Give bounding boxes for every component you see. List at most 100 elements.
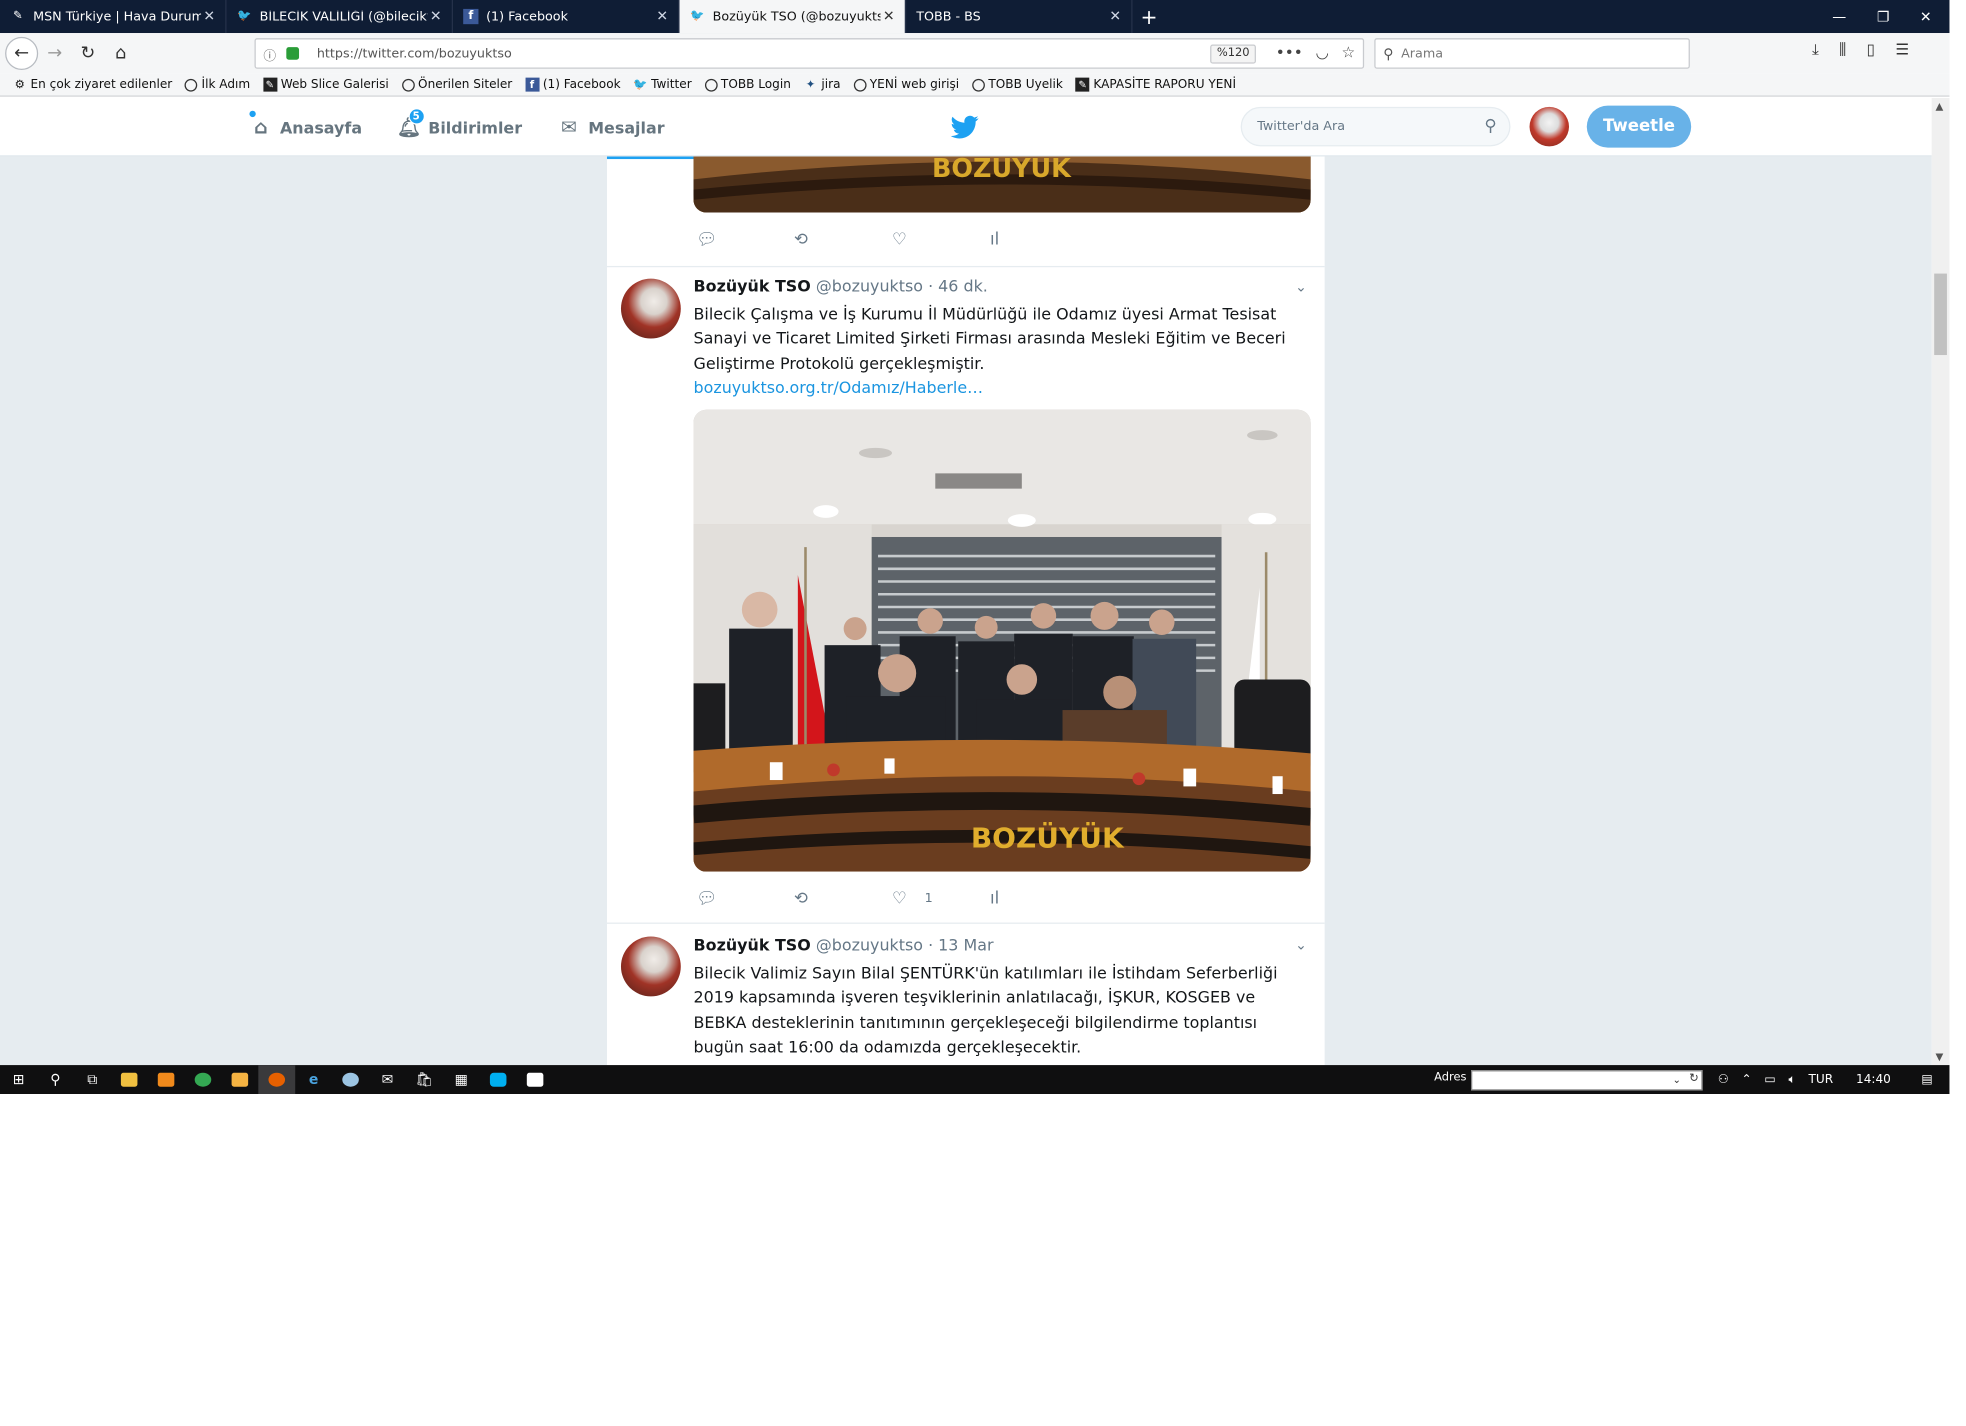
tweet-author-name[interactable]: Bozüyük TSO	[694, 935, 811, 954]
network-icon[interactable]: ▭	[1764, 1073, 1775, 1087]
back-button[interactable]: ←	[5, 36, 39, 70]
tweet-handle[interactable]: @bozuyuktso	[816, 276, 923, 295]
close-tab-icon[interactable]: ✕	[430, 8, 442, 25]
tweet-avatar[interactable]	[620, 278, 681, 339]
scroll-up-icon[interactable]: ▲	[1935, 101, 1943, 112]
tweet-item[interactable]: Bozüyük TSO @bozuyuktso · 46 dk. ⌄ Bilec…	[606, 265, 1325, 923]
info-icon[interactable]: ⓘ	[263, 44, 281, 63]
previous-tweet-photo[interactable]: BOZÜYÜK	[693, 156, 1311, 213]
nav-messages[interactable]: ✉ Mesajlar	[558, 116, 664, 139]
minimize-icon[interactable]: —	[1832, 8, 1846, 25]
more-icon[interactable]: •••	[1276, 43, 1303, 61]
page-scrollbar[interactable]: ▲ ▼	[1931, 97, 1950, 1066]
chrome-icon[interactable]	[185, 1065, 222, 1094]
star-icon[interactable]: ☆	[1342, 43, 1356, 61]
analytics-button[interactable]: ıl	[990, 230, 1088, 249]
tweet-photo[interactable]: BOZÜYÜK	[693, 409, 1311, 872]
like-button[interactable]: ♡	[892, 230, 990, 249]
chevron-down-icon[interactable]: ⌄	[1672, 1074, 1681, 1085]
file-explorer-icon[interactable]	[111, 1065, 148, 1094]
bookmark-tobb-uyelik[interactable]: TOBB Uyelik	[971, 78, 1063, 92]
search-input[interactable]: ⚲ Arama	[1374, 38, 1690, 69]
bookmark-web-slice[interactable]: ✎ Web Slice Galerisi	[262, 77, 389, 92]
calculator-icon[interactable]: ▦	[443, 1065, 480, 1094]
photos-icon[interactable]	[517, 1065, 554, 1094]
bookmark-twitter[interactable]: 🐦 Twitter	[633, 78, 691, 92]
close-window-icon[interactable]: ✕	[1920, 8, 1932, 25]
tab-tobb-bs[interactable]: TOBB - BS ✕	[906, 0, 1133, 34]
url-text[interactable]: https://twitter.com/bozuyuktso	[317, 46, 512, 60]
tweet-time[interactable]: · 46 dk.	[928, 276, 988, 295]
bookmark-tobb-login[interactable]: TOBB Login	[704, 78, 791, 92]
scroll-down-icon[interactable]: ▼	[1935, 1051, 1943, 1062]
tweet-link[interactable]: bozuyuktso.org.tr/Odamız/Haberle…	[694, 378, 984, 397]
task-view-icon[interactable]: ⧉	[74, 1065, 111, 1094]
refresh-icon[interactable]: ↻	[1689, 1073, 1699, 1086]
like-button[interactable]: ♡ 1	[892, 889, 990, 908]
tweet-time[interactable]: · 13 Mar	[928, 935, 993, 954]
tab-bozuyuk-tso[interactable]: 🐦 Bozüyük TSO (@bozuyuktso) | ✕	[679, 0, 907, 34]
library-icon[interactable]: ⫼	[1839, 41, 1846, 60]
sidebar-icon[interactable]: ▯	[1867, 41, 1875, 60]
search-icon[interactable]: ⚲	[37, 1065, 74, 1094]
chevron-down-icon[interactable]: ⌄	[1295, 937, 1307, 954]
tab-msn[interactable]: ✎ MSN Türkiye | Hava Durumu, S ✕	[0, 0, 227, 34]
bookmark-facebook[interactable]: f (1) Facebook	[525, 77, 621, 92]
notifications-icon[interactable]: ▤	[1921, 1073, 1932, 1087]
bookmark-onerilen-siteler[interactable]: Önerilen Siteler	[401, 78, 512, 92]
analytics-button[interactable]: ıl	[990, 889, 1088, 908]
tweet-handle[interactable]: @bozuyuktso	[816, 935, 923, 954]
close-tab-icon[interactable]: ✕	[883, 8, 895, 25]
close-tab-icon[interactable]: ✕	[203, 8, 215, 25]
bookmark-ilk-adim[interactable]: İlk Adım	[184, 78, 250, 92]
twitter-search-input[interactable]: Twitter'da Ara ⚲	[1240, 106, 1511, 147]
bookmark-jira[interactable]: ✦ jira	[804, 78, 841, 92]
twitter-bird-icon[interactable]	[950, 115, 979, 140]
address-input[interactable]: ⌄ ↻	[1471, 1070, 1703, 1091]
store-icon[interactable]: 🛍︎	[406, 1065, 443, 1094]
search-icon[interactable]: ⚲	[1484, 117, 1496, 136]
tweet-button[interactable]: Tweetle	[1586, 105, 1692, 148]
tab-bilecik-valiligi[interactable]: 🐦 BİLECİK VALİLİĞİ (@bilecikvalili ✕	[227, 0, 454, 34]
tweet-author-name[interactable]: Bozüyük TSO	[694, 276, 811, 295]
mail-icon[interactable]: ✉	[369, 1065, 406, 1094]
nav-home[interactable]: ⌂ Anasayfa	[249, 110, 362, 139]
retweet-button[interactable]: ⟲	[794, 230, 892, 249]
zoom-level[interactable]: %120	[1210, 44, 1256, 64]
tweet-avatar[interactable]	[620, 936, 681, 997]
download-icon[interactable]: ⤓	[1812, 41, 1819, 60]
reload-button[interactable]: ↻	[71, 37, 104, 70]
reply-button[interactable]: 💬︎	[696, 889, 794, 908]
url-bar[interactable]: ⓘ https://twitter.com/bozuyuktso %120 ••…	[254, 38, 1365, 69]
retweet-button[interactable]: ⟲	[794, 889, 892, 908]
close-tab-icon[interactable]: ✕	[1109, 8, 1121, 25]
bookmark-yeni-web-girisi[interactable]: YENİ web girişi	[853, 78, 959, 92]
clock[interactable]: 14:40	[1856, 1073, 1891, 1087]
menu-icon[interactable]: ☰	[1895, 41, 1909, 60]
app-icon[interactable]	[332, 1065, 369, 1094]
bookmark-kapasite-raporu[interactable]: ✎ KAPASİTE RAPORU YENİ	[1075, 77, 1236, 92]
media-player-icon[interactable]	[148, 1065, 185, 1094]
internet-explorer-icon[interactable]: e	[295, 1065, 332, 1094]
scrollbar-thumb[interactable]	[1934, 273, 1947, 356]
bookmark-most-visited[interactable]: ⚙ En çok ziyaret edilenler	[13, 78, 173, 92]
pocket-icon[interactable]: ◡	[1315, 43, 1328, 61]
nav-notifications[interactable]: 🔔︎ 5 Bildirimler	[397, 108, 522, 139]
skype-icon[interactable]	[480, 1065, 517, 1094]
chevron-up-icon[interactable]: ⌃	[1741, 1073, 1751, 1087]
chevron-down-icon[interactable]: ⌄	[1295, 279, 1307, 296]
reply-button[interactable]: 💬︎	[696, 230, 794, 249]
new-tab-button[interactable]: +	[1133, 0, 1166, 33]
firefox-icon[interactable]	[258, 1065, 296, 1094]
tweet-item[interactable]: Bozüyük TSO @bozuyuktso · 13 Mar ⌄ Bilec…	[606, 922, 1325, 1066]
language-indicator[interactable]: TUR	[1808, 1073, 1833, 1087]
close-tab-icon[interactable]: ✕	[656, 8, 668, 25]
home-button[interactable]: ⌂	[104, 37, 137, 70]
profile-avatar[interactable]	[1529, 106, 1569, 147]
people-icon[interactable]: ⚇	[1718, 1073, 1729, 1087]
restore-icon[interactable]: ❐	[1877, 8, 1890, 25]
app-icon[interactable]	[221, 1065, 258, 1094]
tab-facebook[interactable]: f (1) Facebook ✕	[453, 0, 680, 34]
windows-start-icon[interactable]: ⊞	[0, 1065, 37, 1094]
forward-button[interactable]: →	[38, 37, 71, 70]
